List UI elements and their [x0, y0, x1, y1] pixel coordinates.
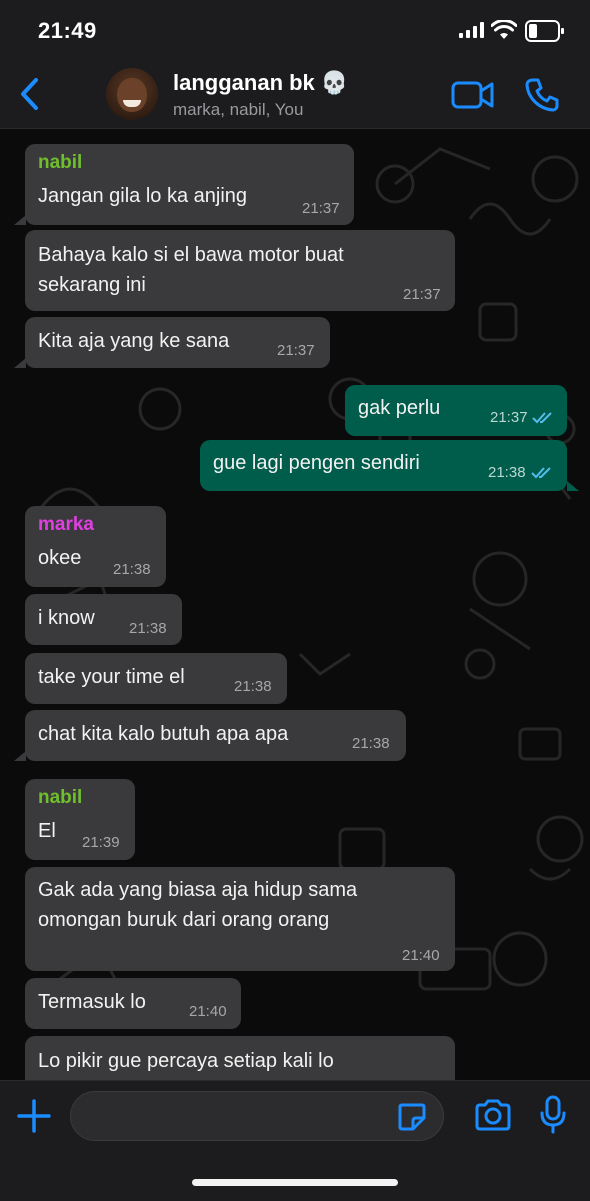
message-text: i know: [38, 607, 95, 629]
group-title-text: langganan bk: [173, 70, 315, 95]
wifi-icon: [491, 20, 517, 39]
message-bubble-incoming[interactable]: nabil Jangan gila lo ka anjing 21:37: [25, 144, 354, 225]
group-avatar[interactable]: [106, 68, 158, 120]
message-timestamp: 21:37: [490, 409, 528, 426]
message-timestamp: 21:40: [402, 947, 440, 964]
sender-name: nabil: [38, 787, 83, 808]
status-bar: 21:49: [0, 0, 590, 62]
message-bubble-incoming[interactable]: Lo pikir gue percaya setiap kali lo: [25, 1036, 455, 1080]
message-bubble-outgoing[interactable]: gue lagi pengen sendiri 21:38: [200, 440, 567, 491]
message-timestamp: 21:39: [82, 834, 120, 851]
sticker-icon[interactable]: [397, 1102, 427, 1132]
video-call-icon[interactable]: [451, 80, 495, 110]
message-timestamp: 21:38: [352, 735, 390, 752]
message-timestamp: 21:37: [277, 342, 315, 359]
message-bubble-incoming[interactable]: i know 21:38: [25, 594, 182, 645]
message-timestamp: 21:38: [113, 561, 151, 578]
message-composer: [0, 1080, 590, 1201]
sender-name: nabil: [38, 152, 83, 173]
message-timestamp: 21:37: [403, 286, 441, 303]
message-text: Bahaya kalo si el bawa motor buat sekara…: [38, 244, 344, 296]
camera-icon[interactable]: [474, 1099, 512, 1131]
message-bubble-incoming[interactable]: chat kita kalo butuh apa apa 21:38: [25, 710, 406, 761]
cellular-signal-icon: [459, 22, 484, 38]
message-text: Gak ada yang biasa aja hidup sama omonga…: [38, 879, 358, 931]
message-bubble-incoming[interactable]: nabil El 21:39: [25, 779, 135, 860]
message-bubble-incoming[interactable]: Kita aja yang ke sana 21:37: [25, 317, 330, 368]
message-bubble-incoming[interactable]: Gak ada yang biasa aja hidup sama omonga…: [25, 867, 455, 971]
battery-icon: [525, 20, 564, 42]
message-bubble-incoming[interactable]: marka okee 21:38: [25, 506, 166, 587]
message-text: Termasuk lo: [38, 991, 146, 1013]
message-timestamp: 21:38: [488, 464, 526, 481]
message-text: Jangan gila lo ka anjing: [38, 185, 248, 207]
group-members: marka, nabil, You: [173, 100, 304, 119]
message-timestamp: 21:38: [234, 678, 272, 695]
read-receipt-icon: [531, 467, 551, 479]
skull-emoji: 💀: [320, 70, 349, 95]
attach-plus-icon[interactable]: [16, 1098, 52, 1134]
group-title[interactable]: langganan bk 💀: [173, 70, 348, 96]
message-text: gue lagi pengen sendiri: [213, 452, 420, 474]
message-bubble-incoming[interactable]: Bahaya kalo si el bawa motor buat sekara…: [25, 230, 455, 311]
message-text: Lo pikir gue percaya setiap kali lo: [38, 1050, 334, 1072]
bubble-tail: [14, 215, 26, 225]
message-bubble-incoming[interactable]: take your time el 21:38: [25, 653, 287, 704]
clock: 21:49: [38, 18, 97, 43]
voice-call-icon[interactable]: [524, 77, 560, 113]
message-timestamp: 21:40: [189, 1003, 227, 1020]
chat-header: langganan bk 💀 marka, nabil, You: [0, 62, 590, 129]
bubble-tail: [14, 751, 26, 761]
message-text: El: [38, 820, 56, 842]
back-chevron-icon[interactable]: [18, 76, 42, 112]
message-text: take your time el: [38, 666, 185, 688]
message-text: okee: [38, 547, 82, 569]
message-timestamp: 21:38: [129, 620, 167, 637]
bubble-tail: [567, 481, 579, 491]
message-bubble-incoming[interactable]: Termasuk lo 21:40: [25, 978, 241, 1029]
message-timestamp: 21:37: [302, 200, 340, 217]
message-text: Kita aja yang ke sana: [38, 330, 230, 352]
read-receipt-icon: [532, 412, 552, 424]
bubble-tail: [14, 358, 26, 368]
message-text: chat kita kalo butuh apa apa: [38, 723, 289, 745]
message-text: gak perlu: [358, 397, 441, 419]
message-input[interactable]: [70, 1091, 444, 1141]
microphone-icon[interactable]: [540, 1095, 566, 1135]
sender-name: marka: [38, 514, 94, 535]
message-list[interactable]: nabil Jangan gila lo ka anjing 21:37 Bah…: [0, 129, 590, 1080]
message-bubble-outgoing[interactable]: gak perlu 21:37: [345, 385, 567, 436]
home-indicator[interactable]: [192, 1179, 398, 1186]
